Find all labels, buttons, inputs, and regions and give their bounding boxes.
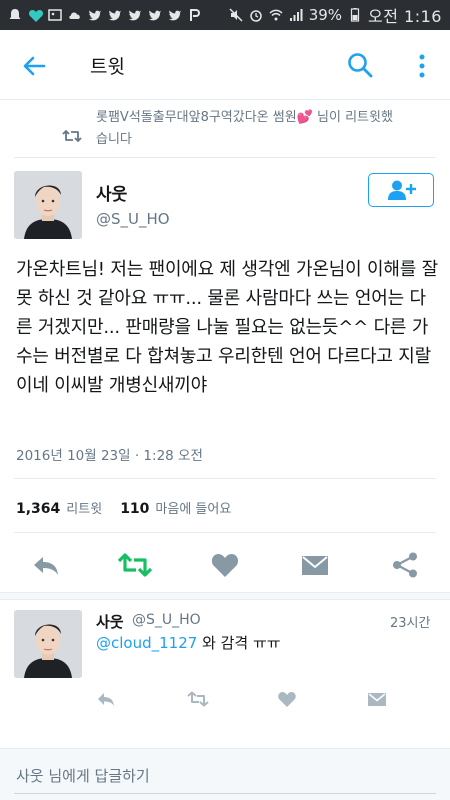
- retweet-icon[interactable]: [117, 551, 153, 579]
- reply-icon[interactable]: [96, 690, 116, 708]
- reply-author-name[interactable]: 사웃: [96, 611, 124, 632]
- like-count-label: 마음에 들어요: [155, 502, 232, 517]
- twitter-bird-icon: [148, 8, 162, 22]
- reply-actions: [0, 690, 450, 714]
- battery-percent: 39%: [308, 6, 343, 24]
- share-icon[interactable]: [390, 551, 420, 579]
- status-bar: 39% 오전 1:16: [0, 0, 450, 30]
- direct-message-icon[interactable]: [300, 551, 330, 579]
- like-heart-icon[interactable]: [277, 690, 297, 708]
- reply-compose-bar[interactable]: 사웃 님에게 답글하기: [0, 748, 450, 800]
- divider: [14, 157, 436, 158]
- follow-button[interactable]: [368, 173, 434, 207]
- twitter-bird-icon: [128, 8, 142, 22]
- pink-hearts-emoji: 💕: [296, 110, 313, 125]
- retweet-icon[interactable]: [186, 690, 210, 708]
- tweet-stats: 1,364 리트윗 110 마음에 들어요: [16, 498, 249, 517]
- reply-time: 23시간: [390, 616, 431, 631]
- author-handle[interactable]: @S_U_HO: [96, 210, 170, 228]
- mute-icon: [229, 8, 243, 22]
- input-underline: [14, 793, 436, 794]
- twitter-bird-icon: [108, 8, 122, 22]
- alarm-icon: [249, 8, 263, 22]
- p-app-icon: [188, 8, 202, 22]
- reply-avatar[interactable]: [14, 610, 82, 678]
- reply-text: @cloud_1127 와 감격 ㅠㅠ: [96, 634, 281, 652]
- wifi-icon: [269, 8, 283, 22]
- twitter-bird-icon: [88, 8, 102, 22]
- retweet-icon: [62, 128, 82, 142]
- tweet-timestamp: 2016년 10월 23일 · 1:28 오전: [16, 448, 203, 464]
- mention-link[interactable]: @cloud_1127: [96, 634, 197, 652]
- divider: [14, 478, 436, 479]
- battery-icon: [348, 8, 362, 22]
- twitter-bird-icon: [168, 8, 182, 22]
- direct-message-icon[interactable]: [367, 690, 387, 708]
- author-name[interactable]: 사웃: [96, 180, 127, 205]
- reply-author-handle[interactable]: @S_U_HO: [132, 612, 201, 628]
- retweet-count[interactable]: 1,364: [16, 501, 60, 517]
- clock: 오전 1:16: [368, 7, 442, 26]
- reply-input-placeholder[interactable]: 사웃 님에게 답글하기: [16, 765, 150, 786]
- retweeted-by-banner[interactable]: 롯팸V석돌출무대앞8구역갔다온 썸원💕 님이 리트윗했습니다: [0, 101, 450, 157]
- like-count[interactable]: 110: [120, 501, 149, 517]
- back-arrow-icon[interactable]: [20, 52, 48, 80]
- cloud-icon: [68, 8, 82, 22]
- more-options-icon[interactable]: [412, 52, 432, 80]
- retweeted-by-text: 롯팸V석돌출무대앞8구역갔다온 썸원💕 님이 리트윗했습니다: [96, 110, 393, 147]
- app-bar: 트윗: [0, 30, 450, 100]
- like-heart-icon[interactable]: [210, 551, 240, 579]
- retweet-count-label: 리트윗: [66, 502, 103, 517]
- heart-app-icon: [28, 8, 44, 22]
- page-title: 트윗: [90, 56, 125, 78]
- reply-icon[interactable]: [31, 551, 61, 579]
- avatar[interactable]: [14, 171, 82, 239]
- divider: [14, 532, 436, 533]
- tweet-actions: [0, 545, 450, 585]
- notification-icon: [8, 8, 22, 22]
- tweet-text: 가온차트님! 저는 팬이에요 제 생각엔 가온님이 이해를 잘 못 하신 것 같…: [16, 259, 438, 396]
- gallery-icon: [48, 8, 62, 22]
- section-divider: [0, 592, 450, 600]
- follow-user-icon: [388, 180, 416, 200]
- search-icon[interactable]: [346, 51, 374, 79]
- signal-icon: [289, 8, 303, 22]
